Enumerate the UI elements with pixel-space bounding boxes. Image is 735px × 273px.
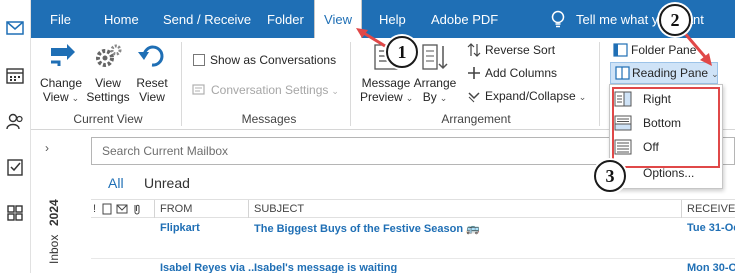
apps-icon[interactable] <box>5 203 25 223</box>
expand-collapse-label: Expand/Collapse <box>485 89 576 103</box>
message-subject: The Biggest Buys of the Festive Season 🚌 <box>254 223 480 235</box>
chevron-down-icon: ⌄ <box>578 92 587 102</box>
reset-view-label-2: View <box>139 90 165 104</box>
inbox-label: Inbox <box>47 235 61 264</box>
outlook-window: File Home Send / Receive Folder View Hel… <box>0 0 735 273</box>
tab-help[interactable]: Help <box>379 0 406 38</box>
expand-collapse-icon <box>468 92 480 103</box>
add-columns-label: Add Columns <box>485 66 558 80</box>
received-column-header[interactable]: RECEIVED <box>687 203 735 215</box>
change-view-icon <box>51 44 75 66</box>
chevron-down-icon: ⌄ <box>71 93 80 103</box>
reset-icon <box>138 45 164 67</box>
tab-view[interactable]: View <box>314 0 362 38</box>
reading-pane-button[interactable]: Reading Pane ⌄ <box>610 62 719 84</box>
reset-view-label: Reset <box>136 76 168 90</box>
view-settings-label: View <box>95 76 121 90</box>
group-separator <box>181 42 182 126</box>
checkbox-box[interactable] <box>193 54 205 66</box>
inbox-folder-label: Inbox 2024 <box>47 199 61 264</box>
show-as-conversations-label: Show as Conversations <box>210 53 337 67</box>
callout-2: 2 <box>659 4 691 36</box>
folder-pane-label: Folder Pane <box>631 43 697 57</box>
expand-folder-pane-chevron-icon[interactable]: › <box>45 141 49 155</box>
show-as-conversations-checkbox[interactable]: Show as Conversations <box>193 50 336 70</box>
reverse-sort-button[interactable]: Reverse Sort <box>465 40 555 60</box>
column-separator <box>248 200 249 218</box>
add-columns-button[interactable]: Add Columns <box>465 63 557 83</box>
chevron-down-icon: ⌄ <box>439 93 448 103</box>
filter-unread[interactable]: Unread <box>144 175 190 191</box>
column-separator <box>154 200 155 218</box>
group-label-current-view: Current View <box>73 112 143 126</box>
tasks-icon[interactable] <box>5 157 25 177</box>
reverse-sort-icon <box>467 43 481 57</box>
group-separator <box>599 42 600 126</box>
ribbon-tab-bar: File Home Send / Receive Folder View Hel… <box>31 0 735 38</box>
gear-icon <box>96 44 122 67</box>
from-column-header[interactable]: FROM <box>160 203 192 215</box>
conversation-settings-button[interactable]: Conversation Settings ⌄ <box>192 80 339 100</box>
reverse-sort-label: Reverse Sort <box>485 43 556 57</box>
conversation-settings-icon <box>192 84 205 95</box>
navigation-bar <box>0 0 31 273</box>
change-view-label: Change <box>39 76 83 90</box>
plus-icon <box>468 67 480 79</box>
reset-view-button[interactable]: Reset View <box>132 42 172 104</box>
expand-collapse-button[interactable]: Expand/Collapse ⌄ <box>465 86 586 106</box>
message-list-header: ! FROM SUBJECT RECEIVED <box>91 199 735 218</box>
arrange-by-label: Arrange <box>413 76 457 90</box>
highlight-box <box>612 87 720 168</box>
folder-pane-icon <box>613 43 628 57</box>
column-separator <box>681 200 682 218</box>
message-received: Tue 31-Oct <box>687 222 735 234</box>
tab-folder[interactable]: Folder <box>267 0 304 38</box>
filter-all[interactable]: All <box>108 175 124 191</box>
people-icon[interactable] <box>5 111 25 131</box>
callout-3: 3 <box>594 160 626 192</box>
tab-home[interactable]: Home <box>104 0 139 38</box>
arrange-by-button[interactable]: Arrange By ⌄ <box>413 42 457 105</box>
message-from: Isabel Reyes via ... <box>160 262 258 273</box>
chevron-down-icon: ⌄ <box>331 86 339 96</box>
arrange-by-label-2: By <box>422 90 437 104</box>
message-from: Flipkart <box>160 222 200 234</box>
message-row[interactable]: Isabel Reyes via ... Isabel's message is… <box>91 260 735 273</box>
view-settings-button[interactable]: View Settings <box>85 42 131 104</box>
inbox-year: 2024 <box>47 199 61 226</box>
importance-column[interactable]: ! <box>93 203 96 215</box>
mail-icon[interactable] <box>5 18 25 38</box>
message-preview-label: Message <box>361 76 411 90</box>
tab-adobe-pdf[interactable]: Adobe PDF <box>431 0 498 38</box>
row-separator <box>91 258 735 259</box>
reading-pane-label: Reading Pane <box>632 66 709 80</box>
conversation-settings-label: Conversation Settings <box>211 83 329 97</box>
group-label-messages: Messages <box>241 112 297 126</box>
subject-column-header[interactable]: SUBJECT <box>254 203 304 215</box>
tab-file[interactable]: File <box>50 0 71 38</box>
tab-send-receive[interactable]: Send / Receive <box>163 0 251 38</box>
change-view-button[interactable]: Change View ⌄ <box>37 42 85 105</box>
change-view-label-2: View <box>42 90 69 104</box>
folder-pane-button[interactable]: Folder Pane <box>613 40 696 60</box>
message-received: Mon 30-Oct <box>687 262 735 273</box>
column-icons <box>102 203 140 215</box>
chevron-down-icon: ⌄ <box>711 69 719 79</box>
group-label-arrangement: Arrangement <box>441 112 511 126</box>
reading-pane-icon <box>615 66 630 80</box>
group-separator <box>350 42 351 126</box>
message-preview-label-2: Preview <box>360 90 403 104</box>
arrange-by-icon <box>422 44 448 70</box>
callout-1: 1 <box>386 36 418 68</box>
view-settings-label-2: Settings <box>86 90 130 104</box>
message-row[interactable]: Flipkart The Biggest Buys of the Festive… <box>91 220 735 238</box>
calendar-icon[interactable] <box>5 65 25 85</box>
lightbulb-icon <box>551 10 565 28</box>
message-subject: Isabel's message is waiting <box>254 262 398 273</box>
